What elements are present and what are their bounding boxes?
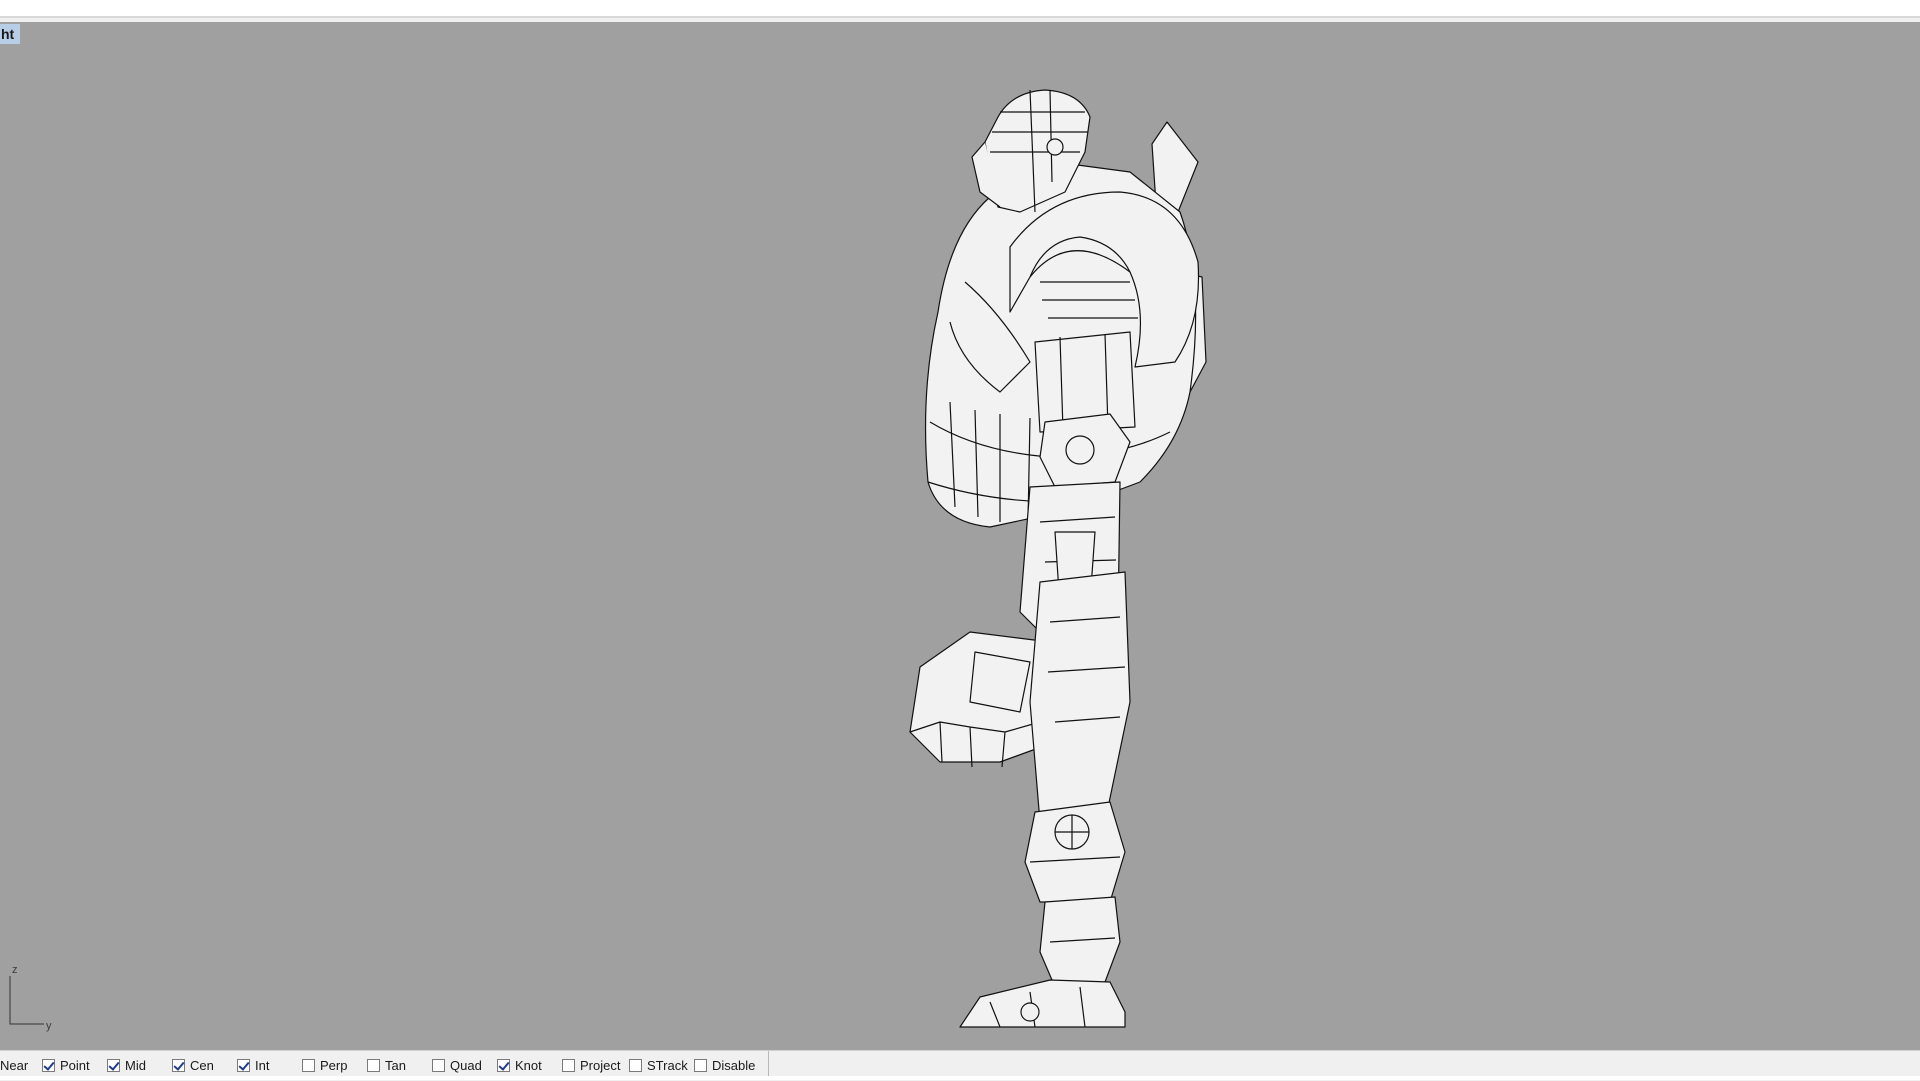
osnap-tan-label: Tan [385, 1057, 406, 1073]
osnap-tan[interactable]: Tan [367, 1055, 432, 1075]
robot-model-wireframe[interactable] [880, 62, 1240, 1042]
osnap-int-checkbox[interactable] [237, 1058, 250, 1072]
bottom-edge [0, 1076, 1920, 1080]
osnap-knot[interactable]: Knot [497, 1055, 562, 1075]
osnap-project[interactable]: Project [562, 1055, 629, 1075]
osnap-quad-checkbox[interactable] [432, 1058, 445, 1072]
osnap-strack-checkbox[interactable] [629, 1058, 642, 1072]
osnap-tan-checkbox[interactable] [367, 1058, 380, 1072]
osnap-disable-checkbox[interactable] [694, 1058, 707, 1072]
osnap-point-label: Point [60, 1057, 90, 1073]
osnap-strack-label: STrack [647, 1057, 688, 1073]
axis-z-label: z [12, 964, 18, 976]
osnap-cen[interactable]: Cen [172, 1055, 237, 1075]
osnap-int[interactable]: Int [237, 1055, 302, 1075]
osnap-cen-checkbox[interactable] [172, 1058, 185, 1072]
osnap-project-checkbox[interactable] [562, 1058, 575, 1072]
viewport-title[interactable]: ht [0, 24, 21, 44]
top-divider [0, 16, 1920, 18]
osnap-int-label: Int [255, 1057, 270, 1073]
osnap-perp-checkbox[interactable] [302, 1058, 315, 1072]
osnap-disable-label: Disable [712, 1057, 756, 1073]
axis-indicator: z y [4, 964, 64, 1034]
axis-y-label: y [46, 1020, 52, 1032]
osnap-cen-label: Cen [190, 1057, 214, 1073]
osnap-near[interactable]: Near [0, 1055, 42, 1075]
osnap-quad[interactable]: Quad [432, 1055, 497, 1075]
osnap-quad-label: Quad [450, 1057, 482, 1073]
osnap-knot-checkbox[interactable] [497, 1058, 510, 1072]
osnap-mid-checkbox[interactable] [107, 1058, 120, 1072]
osnap-project-label: Project [580, 1057, 621, 1073]
osnap-mid-label: Mid [125, 1057, 146, 1073]
osnap-knot-label: Knot [515, 1057, 542, 1073]
osnap-point[interactable]: Point [42, 1055, 107, 1075]
osnap-mid[interactable]: Mid [107, 1055, 172, 1075]
right-viewport[interactable]: ht z y [0, 22, 1920, 1050]
osnap-near-label: Near [0, 1057, 29, 1073]
osnap-strack[interactable]: STrack [629, 1055, 694, 1075]
osnap-disable[interactable]: Disable [694, 1055, 760, 1075]
top-toolbar-strip [0, 0, 1920, 16]
osnap-perp[interactable]: Perp [302, 1055, 367, 1075]
osnap-perp-label: Perp [320, 1057, 348, 1073]
osnap-bar: Near Point Mid Cen Int Perp Tan Quad Kno… [0, 1051, 769, 1079]
osnap-point-checkbox[interactable] [42, 1058, 55, 1072]
